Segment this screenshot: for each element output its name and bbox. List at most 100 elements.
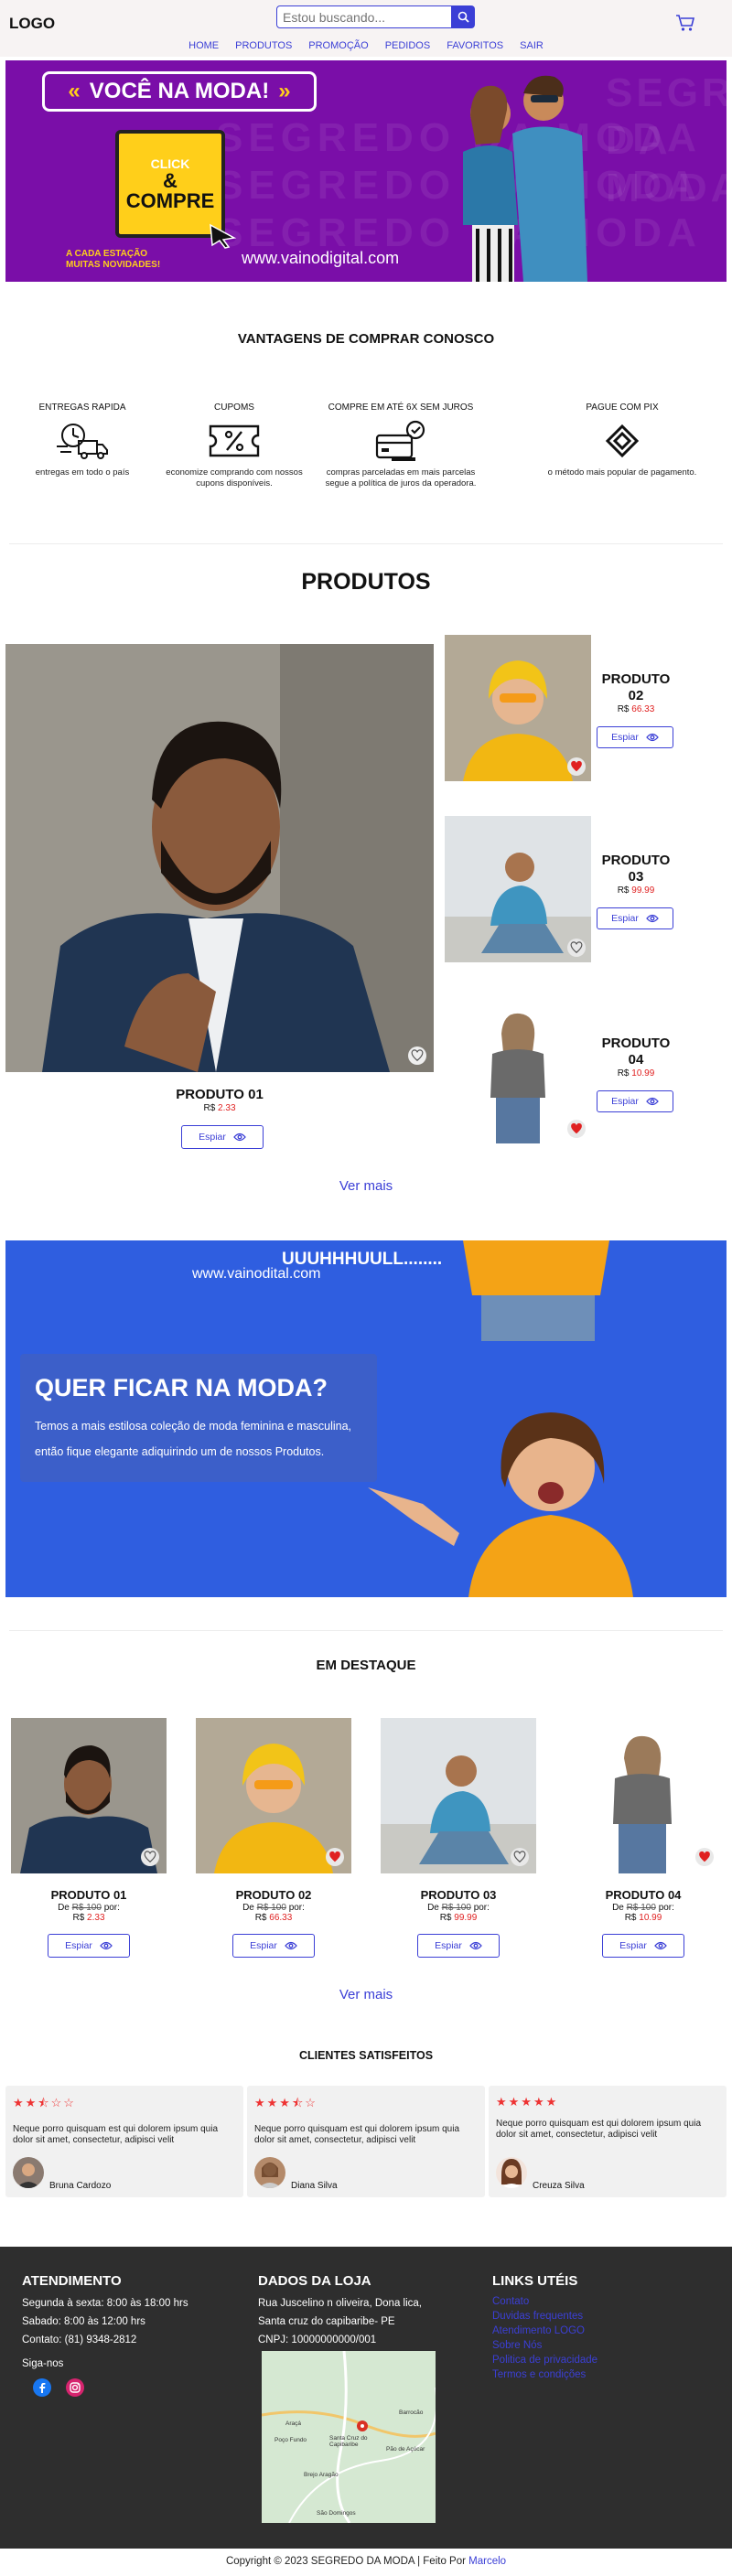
espiar-button[interactable]: Espiar [181, 1125, 264, 1149]
price-to-label: por: [288, 1903, 305, 1913]
banner-subtitle: A CADA ESTAÇÃO MUITAS NOVIDADES! [66, 249, 160, 271]
footer: ATENDIMENTO Segunda à sexta: 8:00 às 18:… [0, 2247, 732, 2549]
featured-04-photo[interactable] [565, 1718, 721, 1873]
delivery-truck-icon [57, 424, 108, 459]
eye-icon [100, 1941, 113, 1950]
promo-title: QUER FICAR NA MODA? [35, 1374, 328, 1401]
nav-promocao[interactable]: PROMOÇÃO [308, 40, 368, 51]
advantages-title: VANTAGENS DE COMPRAR CONOSCO [237, 331, 495, 347]
featured-02-photo[interactable] [196, 1718, 351, 1873]
avatar [496, 2157, 527, 2188]
product-04-photo[interactable] [445, 997, 591, 1143]
price-to-label: por: [658, 1903, 674, 1913]
footer-link-atendimento[interactable]: Atendimento LOGO [492, 2324, 597, 2338]
espiar-label: Espiar [619, 1940, 647, 1951]
price-currency: R$ [624, 1913, 637, 1923]
espiar-label: Espiar [611, 1096, 639, 1107]
price-value: 99.99 [454, 1913, 478, 1923]
eye-icon [233, 1132, 246, 1142]
footer-address-1: Rua Juscelino n oliveira, Dona lica, [258, 2298, 422, 2309]
search-button[interactable] [452, 5, 475, 28]
review-card: ★★★⯪☆ Neque porro quisquam est qui dolor… [247, 2086, 485, 2197]
espiar-button[interactable]: Espiar [417, 1934, 500, 1958]
product-price: De R$ 100 por: R$ 99.99 [381, 1903, 536, 1923]
advantage-desc: entregas em todo o país [35, 467, 130, 478]
hero-banner[interactable]: SEGREDO DA MODA SEGREDO DA MODA SEGREDO … [5, 60, 727, 282]
instagram-icon[interactable] [66, 2378, 84, 2397]
advantage-desc: o método mais popular de pagamento. [547, 467, 697, 478]
nav-produtos[interactable]: PRODUTOS [235, 40, 292, 51]
price-value: 66.33 [631, 704, 655, 714]
product-03-photo[interactable] [445, 816, 591, 962]
favorite-button[interactable] [567, 757, 586, 776]
copyright-text: Copyright © 2023 SEGREDO DA MODA | Feito… [225, 2556, 466, 2567]
review-card: ★★★★★ Neque porro quisquam est qui dolor… [489, 2086, 727, 2197]
review-card: ★★⯪☆☆ Neque porro quisquam est qui dolor… [5, 2086, 243, 2197]
see-more-link[interactable]: Ver mais [0, 1987, 732, 2002]
cart-button[interactable] [675, 14, 695, 37]
bag-text-compre: COMPRE [125, 189, 215, 212]
favorite-button[interactable] [567, 1120, 586, 1138]
main-nav: HOME PRODUTOS PROMOÇÃO PEDIDOS FAVORITOS… [0, 40, 732, 51]
advantage-title: CUPOMS [214, 402, 254, 413]
review-text: Neque porro quisquam est qui dolorem ips… [496, 2119, 702, 2140]
store-map[interactable]: Santa Cruz do Capibaribe Araçá Poço Fund… [262, 2351, 436, 2523]
featured-03-photo[interactable] [381, 1718, 536, 1873]
favorite-button[interactable] [141, 1848, 159, 1866]
price-old: R$ 100 [441, 1903, 471, 1913]
price-from-label: De [242, 1903, 254, 1913]
footer-link-contato[interactable]: Contato [492, 2294, 597, 2309]
espiar-button[interactable]: Espiar [48, 1934, 130, 1958]
favorite-button[interactable] [326, 1848, 344, 1866]
favorite-button[interactable] [567, 939, 586, 957]
product-02-photo[interactable] [445, 635, 591, 781]
cart-icon [676, 15, 695, 31]
footer-contact: Contato: (81) 9348-2812 [22, 2334, 137, 2345]
reviewer-name: Bruna Cardozo [49, 2181, 112, 2191]
heart-filled-icon [699, 1851, 710, 1862]
espiar-button[interactable]: Espiar [597, 907, 673, 929]
favorite-button[interactable] [511, 1848, 529, 1866]
promo-banner[interactable]: UUUHHHUULL........ www.vainodital.com QU… [5, 1240, 727, 1597]
author-link[interactable]: Marcelo [468, 2556, 506, 2567]
banner-title-text: VOCÊ NA MODA! [89, 79, 270, 103]
advantage-desc: compras parceladas em mais parcelas segu… [325, 467, 477, 488]
nav-favoritos[interactable]: FAVORITOS [447, 40, 503, 51]
espiar-button[interactable]: Espiar [597, 1090, 673, 1112]
favorite-button[interactable] [695, 1848, 714, 1866]
map-label: Poço Fundo [274, 2437, 307, 2443]
espiar-button[interactable]: Espiar [597, 726, 673, 748]
product-01-photo[interactable] [5, 644, 434, 1072]
facebook-icon[interactable] [33, 2378, 51, 2397]
advantage-title: COMPRE EM ATÉ 6X SEM JUROS [328, 402, 474, 413]
price-value: 99.99 [631, 886, 655, 896]
avatar [254, 2157, 285, 2188]
product-name: PRODUTO 03 [420, 1888, 497, 1902]
footer-link-duvidas[interactable]: Duvidas frequentes [492, 2309, 597, 2324]
favorite-button[interactable] [408, 1046, 426, 1065]
price-value: 66.33 [269, 1913, 293, 1923]
footer-link-termos[interactable]: Termos e condições [492, 2367, 597, 2382]
product-name: PRODUTO 02 [235, 1888, 312, 1902]
nav-home[interactable]: HOME [188, 40, 219, 51]
featured-title: EM DESTAQUE [316, 1658, 416, 1673]
banner-subtitle-1: A CADA ESTAÇÃO [66, 249, 148, 259]
map-label: São Domingos [317, 2510, 356, 2517]
footer-follow-label: Siga-nos [22, 2358, 64, 2369]
reviewer-name: Diana Silva [291, 2181, 338, 2191]
espiar-button[interactable]: Espiar [232, 1934, 315, 1958]
review-text: Neque porro quisquam est qui dolorem ips… [254, 2124, 460, 2145]
footer-link-privacidade[interactable]: Politica de privacidade [492, 2353, 597, 2367]
nav-sair[interactable]: SAIR [520, 40, 544, 51]
map-label: Brejo Aragão [304, 2472, 339, 2478]
advantage-fast-delivery: ENTREGAS RAPIDA entregas em todo o país [0, 402, 165, 478]
see-more-link[interactable]: Ver mais [0, 1178, 732, 1194]
footer-atendimento-title: ATENDIMENTO [22, 2273, 122, 2289]
featured-01-photo[interactable] [11, 1718, 167, 1873]
nav-pedidos[interactable]: PEDIDOS [385, 40, 431, 51]
footer-link-sobre[interactable]: Sobre Nós [492, 2338, 597, 2353]
logo[interactable]: LOGO [9, 15, 55, 33]
search-input[interactable] [276, 5, 452, 28]
espiar-button[interactable]: Espiar [602, 1934, 684, 1958]
footer-links-title: LINKS UTÉIS [492, 2273, 578, 2289]
